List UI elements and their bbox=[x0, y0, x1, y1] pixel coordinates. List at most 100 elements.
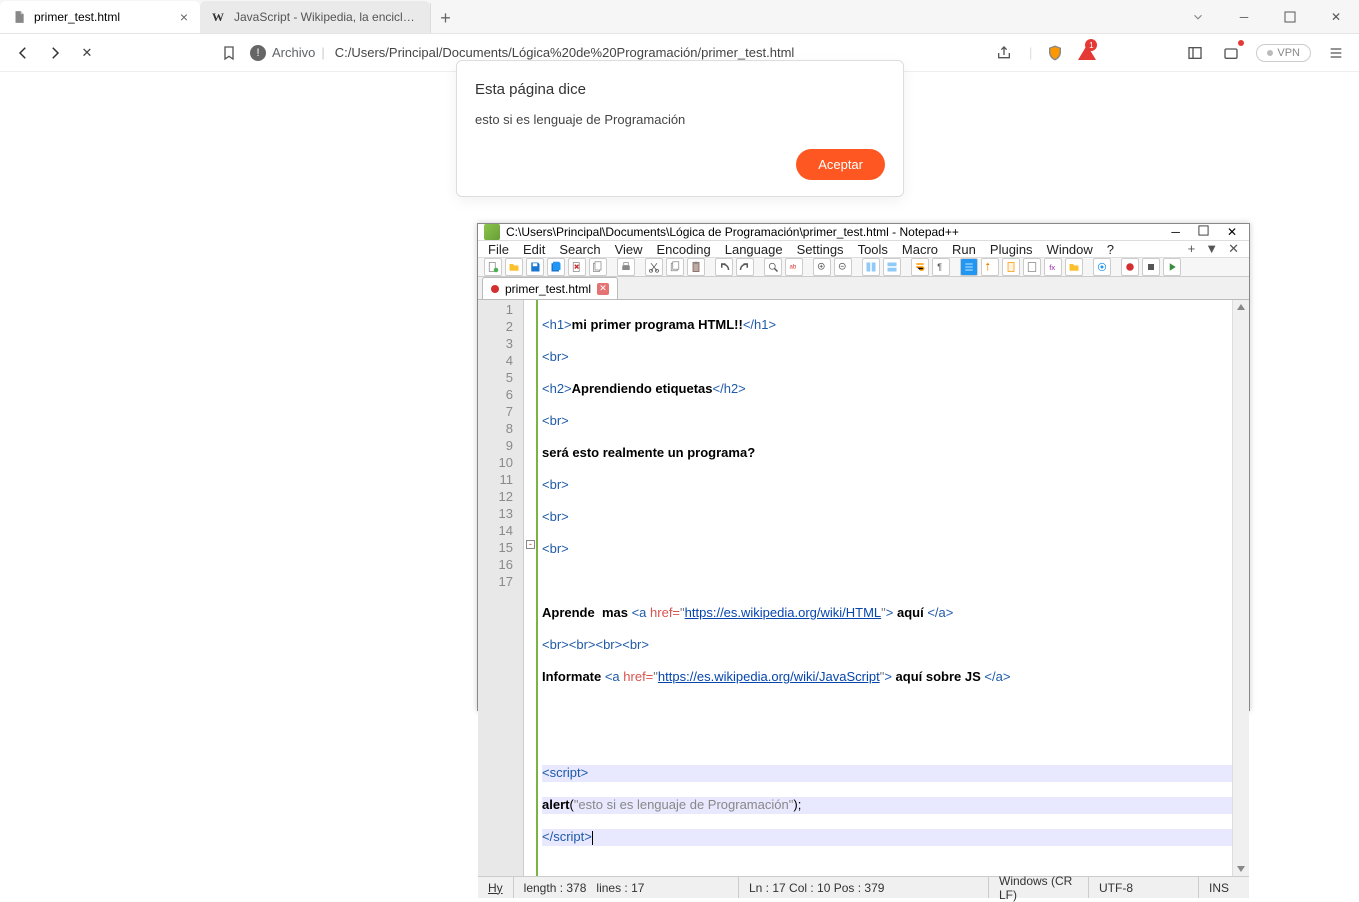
menu-help[interactable]: ? bbox=[1107, 242, 1114, 257]
info-icon[interactable]: ! bbox=[250, 45, 266, 61]
dialog-title: Esta página dice bbox=[475, 81, 885, 98]
hidden-chars-icon[interactable]: ¶ bbox=[932, 258, 950, 276]
monitor-icon[interactable] bbox=[1093, 258, 1111, 276]
indent-guide-icon[interactable] bbox=[960, 258, 978, 276]
menu-icon[interactable] bbox=[1325, 42, 1347, 64]
share-icon[interactable] bbox=[993, 42, 1015, 64]
find-icon[interactable] bbox=[764, 258, 782, 276]
close-file-icon[interactable] bbox=[568, 258, 586, 276]
open-file-icon[interactable] bbox=[505, 258, 523, 276]
status-position: Ln : 17 Col : 10 Pos : 379 bbox=[739, 877, 989, 898]
maximize-button[interactable] bbox=[1267, 1, 1313, 33]
editor[interactable]: 1234567891011121314151617 - <h1>mi prime… bbox=[478, 299, 1249, 876]
tab-primer-test[interactable]: primer_test.html × bbox=[0, 1, 200, 33]
menu-search[interactable]: Search bbox=[559, 242, 600, 257]
sidebar-icon[interactable] bbox=[1184, 42, 1206, 64]
npp-menubar: File Edit Search View Encoding Language … bbox=[478, 241, 1249, 258]
svg-text:¶: ¶ bbox=[937, 262, 942, 272]
close-icon[interactable]: ✕ bbox=[1228, 241, 1239, 257]
tab-title: primer_test.html bbox=[34, 10, 172, 24]
folder-margin-icon[interactable] bbox=[981, 258, 999, 276]
status-length: length : 378 lines : 17 bbox=[514, 877, 739, 898]
js-alert-dialog: Esta página dice esto si es lenguaje de … bbox=[456, 60, 904, 197]
npp-toolbar: ab ¶ fx bbox=[478, 258, 1249, 277]
doc-tab-primer-test[interactable]: primer_test.html ✕ bbox=[482, 277, 618, 299]
brave-shield-icon[interactable] bbox=[1046, 44, 1064, 62]
chevron-down-icon[interactable] bbox=[1175, 1, 1221, 33]
doc-map-icon[interactable] bbox=[1002, 258, 1020, 276]
notepadpp-icon bbox=[484, 224, 500, 240]
npp-titlebar[interactable]: C:\Users\Principal\Documents\Lógica de P… bbox=[478, 224, 1249, 241]
folder-workspace-icon[interactable] bbox=[1065, 258, 1083, 276]
close-button[interactable]: ✕ bbox=[1227, 225, 1237, 239]
svg-text:ab: ab bbox=[790, 265, 797, 271]
play-icon[interactable] bbox=[1163, 258, 1181, 276]
status-hy: Hy bbox=[478, 877, 514, 898]
undo-icon[interactable] bbox=[715, 258, 733, 276]
menu-plugins[interactable]: Plugins bbox=[990, 242, 1033, 257]
status-mode: INS bbox=[1199, 877, 1249, 898]
menu-settings[interactable]: Settings bbox=[797, 242, 844, 257]
accept-button[interactable]: Aceptar bbox=[796, 149, 885, 180]
tab-wikipedia[interactable]: W JavaScript - Wikipedia, la enciclopedi… bbox=[200, 1, 430, 33]
zoom-out-icon[interactable] bbox=[834, 258, 852, 276]
save-all-icon[interactable] bbox=[547, 258, 565, 276]
menu-file[interactable]: File bbox=[488, 242, 509, 257]
new-file-icon[interactable] bbox=[484, 258, 502, 276]
copy-icon[interactable] bbox=[666, 258, 684, 276]
doc-tab-label: primer_test.html bbox=[505, 282, 591, 296]
triangle-down-icon[interactable]: ▼ bbox=[1205, 241, 1218, 257]
forward-button[interactable] bbox=[44, 42, 66, 64]
paste-icon[interactable] bbox=[687, 258, 705, 276]
close-button[interactable]: ✕ bbox=[1313, 1, 1359, 33]
new-tab-button[interactable]: + bbox=[430, 3, 460, 33]
editor-gutter: 1234567891011121314151617 bbox=[478, 300, 524, 876]
minimize-button[interactable]: ─ bbox=[1171, 225, 1180, 239]
sync-v-icon[interactable] bbox=[862, 258, 880, 276]
vpn-button[interactable]: VPN bbox=[1256, 44, 1311, 62]
menu-edit[interactable]: Edit bbox=[523, 242, 545, 257]
stop-button[interactable]: ✕ bbox=[76, 42, 98, 64]
sync-h-icon[interactable] bbox=[883, 258, 901, 276]
window-controls: ─ ✕ bbox=[1175, 1, 1359, 33]
vertical-scrollbar[interactable] bbox=[1232, 300, 1249, 876]
plus-icon[interactable]: + bbox=[1188, 241, 1196, 257]
bookmark-icon[interactable] bbox=[218, 42, 240, 64]
editor-text[interactable]: <h1>mi primer programa HTML!!</h1> <br> … bbox=[538, 300, 1249, 876]
wrap-icon[interactable] bbox=[911, 258, 929, 276]
fold-toggle-icon[interactable]: - bbox=[526, 540, 535, 549]
wallet-icon[interactable] bbox=[1220, 42, 1242, 64]
tab-title: JavaScript - Wikipedia, la enciclopedia bbox=[234, 10, 418, 24]
back-button[interactable] bbox=[12, 42, 34, 64]
cut-icon[interactable] bbox=[645, 258, 663, 276]
menu-language[interactable]: Language bbox=[725, 242, 783, 257]
menu-view[interactable]: View bbox=[615, 242, 643, 257]
zoom-in-icon[interactable] bbox=[813, 258, 831, 276]
print-icon[interactable] bbox=[617, 258, 635, 276]
close-icon[interactable]: × bbox=[180, 9, 188, 25]
modified-dot-icon bbox=[491, 285, 499, 293]
redo-icon[interactable] bbox=[736, 258, 754, 276]
save-icon[interactable] bbox=[526, 258, 544, 276]
stop-icon[interactable] bbox=[1142, 258, 1160, 276]
menu-macro[interactable]: Macro bbox=[902, 242, 938, 257]
close-icon[interactable]: ✕ bbox=[597, 283, 609, 295]
menu-window[interactable]: Window bbox=[1047, 242, 1093, 257]
dialog-message: esto si es lenguaje de Programación bbox=[475, 112, 885, 127]
close-all-icon[interactable] bbox=[589, 258, 607, 276]
doc-list-icon[interactable] bbox=[1023, 258, 1041, 276]
menu-run[interactable]: Run bbox=[952, 242, 976, 257]
menu-encoding[interactable]: Encoding bbox=[657, 242, 711, 257]
npp-statusbar: Hy length : 378 lines : 17 Ln : 17 Col :… bbox=[478, 876, 1249, 898]
menu-tools[interactable]: Tools bbox=[858, 242, 888, 257]
replace-icon[interactable]: ab bbox=[785, 258, 803, 276]
address-url[interactable]: C:/Users/Principal/Documents/Lógica%20de… bbox=[335, 45, 795, 60]
npp-title-text: C:\Users\Principal\Documents\Lógica de P… bbox=[506, 225, 959, 239]
rewards-icon[interactable]: 1 bbox=[1078, 45, 1096, 60]
minimize-button[interactable]: ─ bbox=[1221, 1, 1267, 33]
func-list-icon[interactable]: fx bbox=[1044, 258, 1062, 276]
address-badge: ! Archivo | bbox=[250, 45, 325, 61]
maximize-button[interactable] bbox=[1198, 225, 1209, 239]
record-icon[interactable] bbox=[1121, 258, 1139, 276]
fold-strip: - bbox=[524, 300, 538, 876]
